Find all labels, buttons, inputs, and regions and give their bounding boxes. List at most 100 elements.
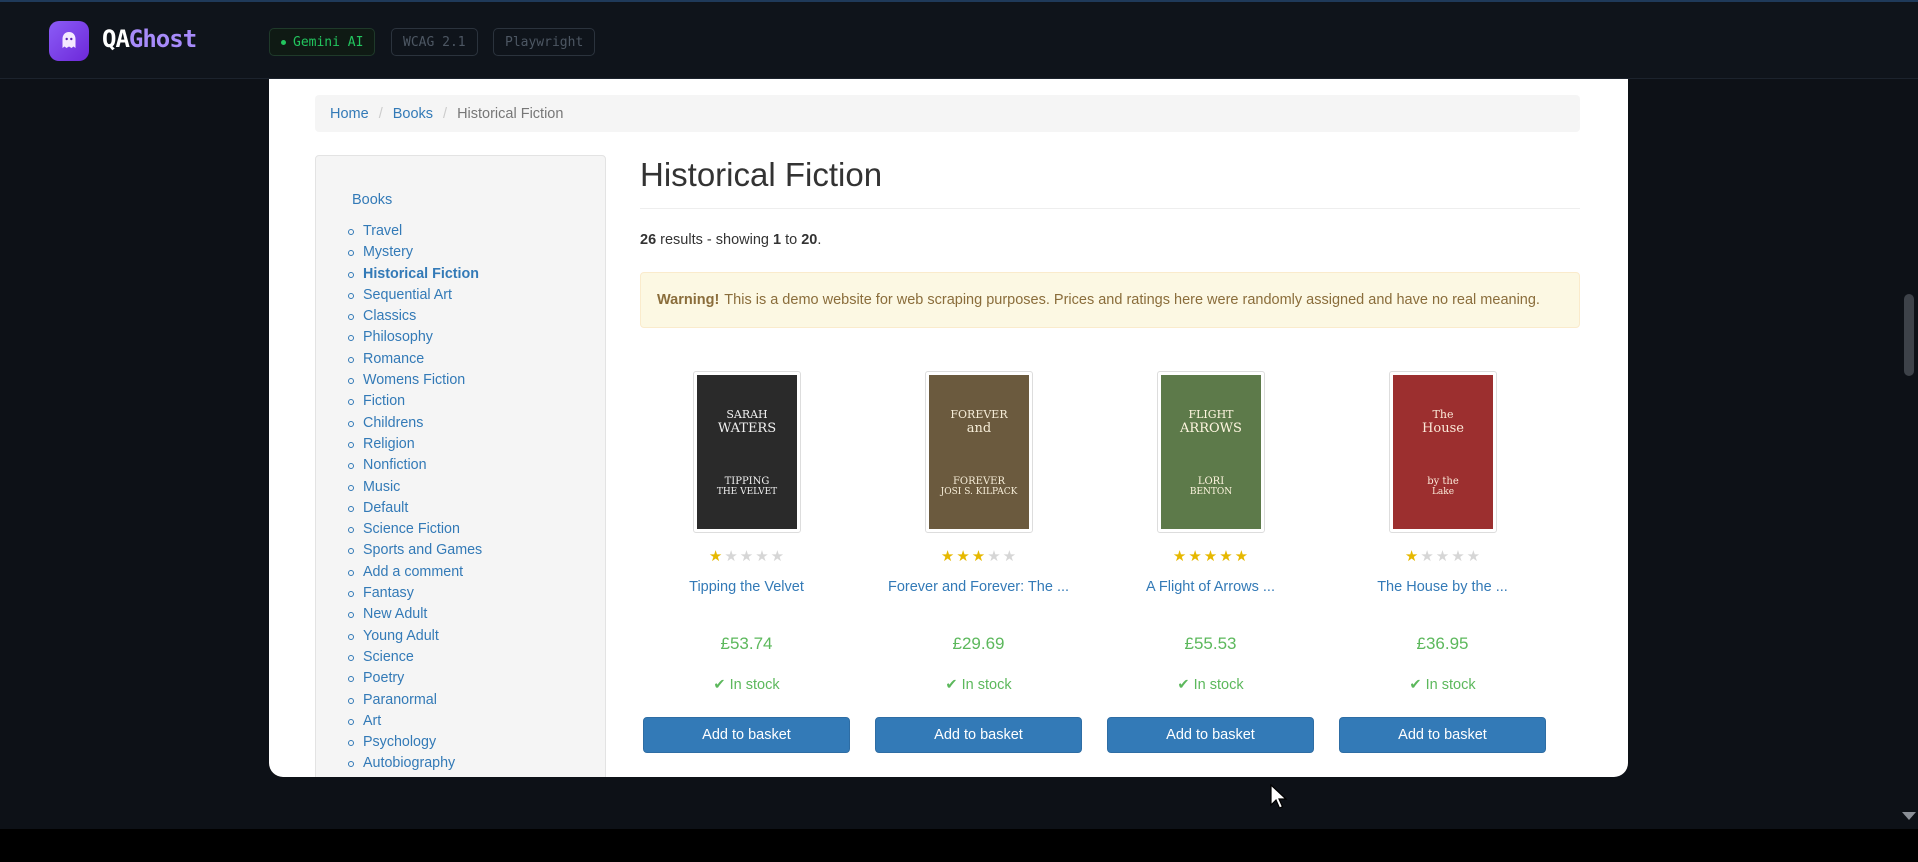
sidebar-category-link[interactable]: Add a comment <box>347 564 482 585</box>
breadcrumb: Home / Books / Historical Fiction <box>315 95 1580 132</box>
sidebar-category-link[interactable]: Default <box>347 500 482 521</box>
star-icon: ★ <box>1234 548 1249 565</box>
breadcrumb-books-link[interactable]: Books <box>393 106 433 122</box>
add-to-basket-button[interactable]: Add to basket <box>1107 717 1314 753</box>
star-icon: ★ <box>1219 548 1233 565</box>
breadcrumb-separator: / <box>378 105 383 122</box>
breadcrumb-home-link[interactable]: Home <box>330 106 369 122</box>
sidebar-category-link[interactable]: Fantasy <box>347 585 482 606</box>
warning-text: This is a demo website for web scraping … <box>724 292 1540 308</box>
scrollbar-thumb[interactable] <box>1904 294 1914 376</box>
warning-alert: Warning! This is a demo website for web s… <box>640 272 1580 328</box>
wcag-badge: WCAG 2.1 <box>391 28 478 56</box>
product-title-link[interactable]: Tipping the Velvet <box>643 579 850 595</box>
sidebar-category-link[interactable]: Mystery <box>347 244 482 265</box>
sidebar-category-link[interactable]: Romance <box>347 351 482 372</box>
product-card: FOREVER and FOREVER JOSI S. KILPACK ★ ★ ★ ★ ★ For… <box>875 369 1082 777</box>
product-card: The House by the Lake ★ ★ ★ ★ ★ The House by the … <box>1339 369 1546 777</box>
page-scrollbar[interactable] <box>1900 79 1918 831</box>
star-icon: ★ <box>770 548 785 565</box>
sidebar-category-link[interactable]: Science Fiction <box>347 521 482 542</box>
category-sidebar: Books Travel Mystery Historical Fiction Seq… <box>315 155 606 777</box>
checkmark-icon: ✔ <box>713 677 730 693</box>
sidebar-category-link[interactable]: Paranormal <box>347 692 482 713</box>
star-rating: ★ ★ ★ ★ ★ <box>1107 547 1314 565</box>
star-rating: ★ ★ ★ ★ ★ <box>1339 547 1546 565</box>
star-icon: ★ <box>1203 548 1218 565</box>
scroll-down-arrow-icon[interactable] <box>1902 812 1916 820</box>
book-cover-image[interactable]: The House by the Lake <box>1389 371 1497 533</box>
sidebar-category-link[interactable]: Sports and Games <box>347 542 482 563</box>
product-price: £36.95 <box>1416 634 1469 653</box>
mouse-cursor-icon <box>1270 784 1288 809</box>
book-cover-image[interactable]: FOREVER and FOREVER JOSI S. KILPACK <box>925 371 1033 533</box>
stock-status: ✔ In stock <box>945 677 1012 693</box>
stock-status: ✔ In stock <box>1409 677 1476 693</box>
stock-status: ✔ In stock <box>1177 677 1244 693</box>
product-title-link[interactable]: A Flight of Arrows ... <box>1107 579 1314 595</box>
star-icon: ★ <box>1451 548 1465 565</box>
sidebar-category-link[interactable]: Psychology <box>347 734 482 755</box>
sidebar-books-link[interactable]: Books <box>352 192 392 208</box>
product-price: £55.53 <box>1184 634 1237 653</box>
star-rating: ★ ★ ★ ★ ★ <box>875 547 1082 565</box>
sidebar-category-link[interactable]: New Adult <box>347 606 482 627</box>
sidebar-category-link[interactable]: Art <box>347 713 482 734</box>
ghost-logo-icon <box>49 21 89 61</box>
app-header: QAGhost Gemini AI WCAG 2.1 Playwright <box>0 0 1918 79</box>
book-cover-image[interactable]: FLIGHT ARROWS LORI BENTON <box>1157 371 1265 533</box>
sidebar-category-link[interactable]: Religion <box>347 436 482 457</box>
product-title-link[interactable]: The House by the ... <box>1339 579 1546 595</box>
star-icon: ★ <box>956 548 970 565</box>
star-icon: ★ <box>755 548 769 565</box>
sidebar-category-link[interactable]: Historical Fiction <box>347 266 482 287</box>
sidebar-category-link[interactable]: Travel <box>347 223 482 244</box>
sidebar-category-link[interactable]: Nonfiction <box>347 457 482 478</box>
sidebar-category-link[interactable]: Sequential Art <box>347 287 482 308</box>
stock-status: ✔ In stock <box>713 677 780 693</box>
product-title-link[interactable]: Forever and Forever: The ... <box>875 579 1082 595</box>
product-card: SARAH WATERS TIPPING THE VELVET ★ ★ ★ ★ ★ Tipping… <box>643 369 850 777</box>
bottom-bar <box>0 829 1918 862</box>
sidebar-category-link[interactable]: Classics <box>347 308 482 329</box>
star-rating: ★ ★ ★ ★ ★ <box>643 547 850 565</box>
add-to-basket-button[interactable]: Add to basket <box>1339 717 1546 753</box>
app-name: QAGhost <box>102 25 197 53</box>
sidebar-category-link[interactable]: Young Adult <box>347 628 482 649</box>
checkmark-icon: ✔ <box>1409 677 1426 693</box>
product-card: FLIGHT ARROWS LORI BENTON ★ ★ ★ ★ ★ A Flight of A… <box>1107 369 1314 777</box>
sidebar-category-link[interactable]: Science <box>347 649 482 670</box>
star-icon: ★ <box>1188 548 1202 565</box>
status-dot-icon <box>281 39 286 45</box>
star-icon: ★ <box>987 548 1001 565</box>
sidebar-category-link[interactable]: Womens Fiction <box>347 372 482 393</box>
star-icon: ★ <box>708 548 723 565</box>
sidebar-category-link[interactable]: Poetry <box>347 670 482 691</box>
star-icon: ★ <box>1435 548 1450 565</box>
add-to-basket-button[interactable]: Add to basket <box>875 717 1082 753</box>
browser-viewport: Home / Books / Historical Fiction Books … <box>269 79 1628 777</box>
sidebar-category-link[interactable]: Autobiography <box>347 755 482 776</box>
product-price: £29.69 <box>952 634 1005 653</box>
book-cover-image[interactable]: SARAH WATERS TIPPING THE VELVET <box>693 371 801 533</box>
sidebar-category-link[interactable]: Childrens <box>347 415 482 436</box>
star-icon: ★ <box>1466 548 1481 565</box>
star-icon: ★ <box>724 548 738 565</box>
playwright-badge: Playwright <box>493 28 596 56</box>
sidebar-category-link[interactable]: Music <box>347 479 482 500</box>
star-icon: ★ <box>940 548 955 565</box>
sidebar-category-link[interactable]: Philosophy <box>347 329 482 350</box>
star-icon: ★ <box>1002 548 1017 565</box>
category-list: Travel Mystery Historical Fiction Sequentia… <box>347 223 482 777</box>
checkmark-icon: ✔ <box>945 677 962 693</box>
breadcrumb-separator: / <box>443 105 448 122</box>
checkmark-icon: ✔ <box>1177 677 1194 693</box>
star-icon: ★ <box>739 548 754 565</box>
sidebar-category-link[interactable]: Fiction <box>347 393 482 414</box>
results-summary: 26 results - showing 1 to 20. <box>640 232 822 248</box>
breadcrumb-current: Historical Fiction <box>457 105 564 122</box>
star-icon: ★ <box>1404 548 1419 565</box>
add-to-basket-button[interactable]: Add to basket <box>643 717 850 753</box>
page-title: Historical Fiction <box>640 156 883 193</box>
star-icon: ★ <box>1172 548 1187 565</box>
